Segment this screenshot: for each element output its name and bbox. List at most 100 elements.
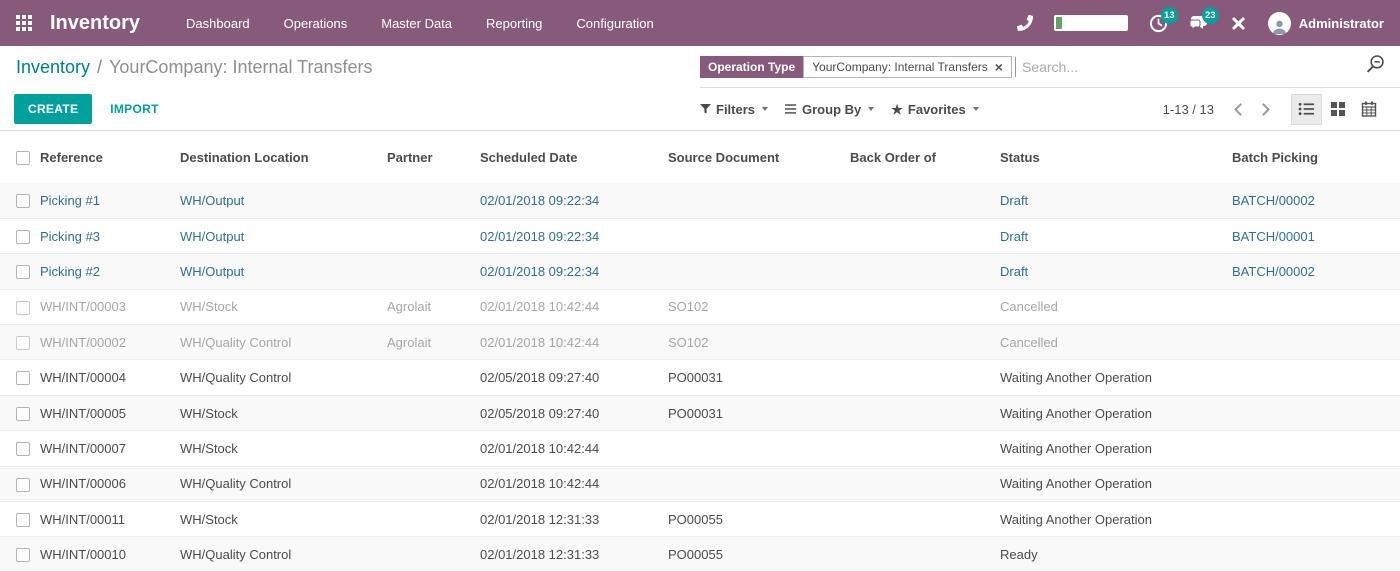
table-row[interactable]: WH/INT/00007WH/Stock02/01/2018 10:42:44W… — [0, 431, 1400, 466]
cell-scheduled[interactable]: 02/01/2018 10:42:44 — [480, 431, 668, 466]
table-row[interactable]: WH/INT/00011WH/Stock02/01/2018 12:31:33P… — [0, 502, 1400, 537]
cell-destination[interactable]: WH/Quality Control — [180, 325, 387, 360]
cell-backorder[interactable] — [850, 502, 1000, 537]
cell-status[interactable]: Waiting Another Operation — [1000, 395, 1232, 430]
cell-reference[interactable]: WH/INT/00006 — [40, 466, 180, 501]
column-header-partner[interactable]: Partner — [387, 131, 480, 183]
cell-batch[interactable] — [1232, 502, 1400, 537]
cell-reference[interactable]: Picking #2 — [40, 254, 180, 289]
cell-reference[interactable]: WH/INT/00004 — [40, 360, 180, 395]
row-checkbox[interactable] — [16, 513, 30, 527]
row-checkbox[interactable] — [16, 371, 30, 385]
table-row[interactable]: Picking #1WH/Output02/01/2018 09:22:34Dr… — [0, 183, 1400, 218]
cell-scheduled[interactable]: 02/01/2018 12:31:33 — [480, 502, 668, 537]
cell-partner[interactable] — [387, 395, 480, 430]
select-all-checkbox[interactable] — [16, 151, 30, 165]
breadcrumb-parent[interactable]: Inventory — [16, 57, 90, 77]
app-name[interactable]: Inventory — [50, 12, 140, 35]
cell-batch[interactable] — [1232, 431, 1400, 466]
cell-source[interactable]: PO00031 — [668, 360, 850, 395]
cell-partner[interactable] — [387, 502, 480, 537]
cell-source[interactable] — [668, 254, 850, 289]
table-row[interactable]: WH/INT/00010WH/Quality Control02/01/2018… — [0, 537, 1400, 571]
cell-partner[interactable] — [387, 537, 480, 571]
table-row[interactable]: WH/INT/00003WH/StockAgrolait02/01/2018 1… — [0, 289, 1400, 324]
row-checkbox[interactable] — [16, 407, 30, 421]
cell-status[interactable]: Draft — [1000, 218, 1232, 253]
cell-batch[interactable]: BATCH/00002 — [1232, 254, 1400, 289]
cell-scheduled[interactable]: 02/01/2018 10:42:44 — [480, 325, 668, 360]
cell-status[interactable]: Waiting Another Operation — [1000, 502, 1232, 537]
cell-reference[interactable]: WH/INT/00007 — [40, 431, 180, 466]
cell-backorder[interactable] — [850, 183, 1000, 218]
menu-configuration[interactable]: Configuration — [576, 16, 653, 31]
facet-remove-icon[interactable]: × — [995, 60, 1003, 74]
cell-scheduled[interactable]: 02/01/2018 09:22:34 — [480, 218, 668, 253]
column-header-batch-picking[interactable]: Batch Picking — [1232, 131, 1400, 183]
cell-destination[interactable]: WH/Output — [180, 183, 387, 218]
cell-destination[interactable]: WH/Output — [180, 254, 387, 289]
cell-reference[interactable]: WH/INT/00010 — [40, 537, 180, 571]
cell-backorder[interactable] — [850, 431, 1000, 466]
cell-backorder[interactable] — [850, 395, 1000, 430]
favorites-dropdown[interactable]: ★ Favorites — [891, 102, 978, 117]
cell-reference[interactable]: WH/INT/00005 — [40, 395, 180, 430]
cell-source[interactable]: SO102 — [668, 289, 850, 324]
cell-status[interactable]: Waiting Another Operation — [1000, 360, 1232, 395]
import-button[interactable]: IMPORT — [110, 102, 158, 116]
cell-reference[interactable]: Picking #3 — [40, 218, 180, 253]
row-checkbox[interactable] — [16, 194, 30, 208]
search-icon[interactable] — [1365, 54, 1386, 80]
cell-batch[interactable]: BATCH/00001 — [1232, 218, 1400, 253]
cell-status[interactable]: Draft — [1000, 183, 1232, 218]
menu-operations[interactable]: Operations — [284, 16, 348, 31]
cell-batch[interactable] — [1232, 289, 1400, 324]
apps-menu-icon[interactable] — [16, 15, 32, 31]
cell-source[interactable] — [668, 431, 850, 466]
cell-status[interactable]: Cancelled — [1000, 325, 1232, 360]
cell-partner[interactable] — [387, 431, 480, 466]
menu-dashboard[interactable]: Dashboard — [186, 16, 250, 31]
cell-partner[interactable] — [387, 360, 480, 395]
row-checkbox[interactable] — [16, 336, 30, 350]
table-row[interactable]: Picking #2WH/Output 02/01/2018 09:22:34 Dr… — [0, 254, 1400, 289]
list-view-button[interactable] — [1291, 94, 1322, 125]
cell-status[interactable]: Waiting Another Operation — [1000, 466, 1232, 501]
table-row[interactable]: WH/INT/00005WH/Stock02/05/2018 09:27:40P… — [0, 395, 1400, 430]
cell-batch[interactable] — [1232, 360, 1400, 395]
cell-status[interactable]: Ready — [1000, 537, 1232, 571]
cell-source[interactable]: PO00055 — [668, 537, 850, 571]
cell-destination[interactable]: WH/Quality Control — [180, 360, 387, 395]
menu-reporting[interactable]: Reporting — [486, 16, 542, 31]
row-checkbox[interactable] — [16, 265, 30, 279]
cell-partner[interactable] — [387, 183, 480, 218]
cell-destination[interactable]: WH/Quality Control — [180, 466, 387, 501]
cell-scheduled[interactable]: 02/01/2018 12:31:33 — [480, 537, 668, 571]
cell-scheduled[interactable]: 02/01/2018 09:22:34 — [480, 183, 668, 218]
cell-scheduled[interactable]: 02/05/2018 09:27:40 — [480, 395, 668, 430]
cell-backorder[interactable] — [850, 218, 1000, 253]
cell-scheduled[interactable]: 02/01/2018 10:42:44 — [480, 289, 668, 324]
row-checkbox[interactable] — [16, 548, 30, 562]
table-row[interactable]: WH/INT/00006WH/Quality Control02/01/2018… — [0, 466, 1400, 501]
kanban-view-button[interactable] — [1322, 94, 1353, 125]
table-row[interactable]: Picking #3WH/Output02/01/2018 09:22:34Dr… — [0, 218, 1400, 253]
cell-scheduled[interactable]: 02/01/2018 09:22:34 — [480, 254, 668, 289]
column-header-destination-location[interactable]: Destination Location — [180, 131, 387, 183]
cell-backorder[interactable] — [850, 325, 1000, 360]
column-header-status[interactable]: Status — [1000, 131, 1232, 183]
cell-destination[interactable]: WH/Stock — [180, 431, 387, 466]
column-header-back-order-of[interactable]: Back Order of — [850, 131, 1000, 183]
cell-destination[interactable]: WH/Stock — [180, 289, 387, 324]
cell-batch[interactable] — [1232, 537, 1400, 571]
tools-icon[interactable] — [1230, 15, 1247, 32]
messages-icon[interactable]: 23 — [1189, 14, 1209, 32]
cell-partner[interactable] — [387, 218, 480, 253]
cell-source[interactable] — [668, 466, 850, 501]
group-by-dropdown[interactable]: Group By — [785, 102, 874, 117]
cell-reference[interactable]: WH/INT/00002 — [40, 325, 180, 360]
cell-status[interactable]: Draft — [1000, 254, 1232, 289]
activities-icon[interactable]: 13 — [1149, 14, 1168, 33]
column-header-reference[interactable]: Reference — [40, 131, 180, 183]
cell-batch[interactable] — [1232, 395, 1400, 430]
